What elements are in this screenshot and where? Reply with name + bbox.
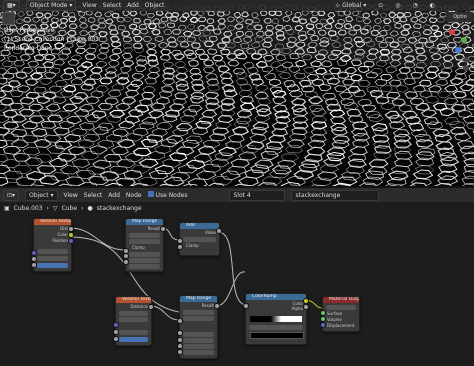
map-range-node-2[interactable]: Map Range Result	[179, 295, 218, 359]
viewport-overlay-text: User Perspective (1) Scene Collection | …	[4, 26, 99, 53]
vector-field[interactable]	[37, 249, 68, 254]
toolbar	[2, 12, 15, 26]
to-min-field[interactable]	[129, 264, 160, 269]
view-name: User Perspective	[4, 27, 55, 34]
node-socket[interactable]	[177, 330, 183, 336]
node-socket[interactable]	[177, 318, 183, 324]
node-title: Add	[180, 223, 219, 229]
menu-add[interactable]: Add	[127, 2, 139, 9]
data-type-dropdown[interactable]	[183, 310, 214, 315]
collection-info: (1) Scene Collection | Cube.003	[4, 36, 99, 43]
scale-field[interactable]	[119, 330, 148, 335]
transform-orientation[interactable]: ⊹ Global ▾	[332, 1, 369, 10]
from-min-field[interactable]	[129, 252, 160, 257]
socket-label: Volume	[327, 317, 342, 322]
socket-label: Result	[147, 226, 160, 231]
clamp-label: Clamp	[132, 245, 145, 250]
from-max-field[interactable]	[183, 338, 214, 343]
snap-icon[interactable]: ⊙	[375, 1, 386, 10]
node-socket[interactable]	[31, 262, 37, 268]
socket-label: Result	[201, 303, 214, 308]
node-title: Map Range	[180, 296, 217, 302]
node-socket[interactable]	[113, 329, 119, 335]
mode-label: Object Mode	[29, 2, 68, 9]
material-output-node[interactable]: Material Output Surface Volume Displacem…	[322, 296, 360, 332]
socket-label: Surface	[327, 311, 343, 316]
options-button[interactable]: Optio	[446, 12, 474, 22]
overlay-icon[interactable]: ◔	[410, 1, 421, 10]
menu-view[interactable]: View	[82, 2, 96, 9]
socket-label: Position	[52, 238, 68, 243]
interpolation-dropdown[interactable]	[129, 239, 160, 244]
menu-object[interactable]: Object	[145, 2, 165, 9]
node-socket[interactable]	[216, 228, 222, 234]
node-socket[interactable]	[68, 238, 74, 244]
viewport-header: ▦▾ Object Mode ▾ View Select Add Object …	[0, 0, 474, 11]
color-ramp-node[interactable]: ColorRamp Color Alpha	[245, 293, 307, 345]
ramp-color-swatch[interactable]	[250, 332, 304, 339]
dimensions-dropdown[interactable]	[119, 311, 148, 316]
editor-type-button[interactable]: ▦▾	[3, 0, 20, 11]
node-socket[interactable]	[160, 226, 166, 232]
node-links	[69, 227, 323, 321]
socket-label: Dist	[60, 226, 68, 231]
socket-label: Distance	[130, 304, 149, 309]
target-dropdown[interactable]	[326, 305, 356, 310]
color-ramp-gradient[interactable]	[250, 316, 302, 322]
select-tool-icon[interactable]	[2, 12, 15, 25]
socket-label: Alpha	[291, 306, 303, 311]
node-socket[interactable]	[113, 336, 119, 342]
node-socket[interactable]	[177, 349, 183, 355]
math-add-node[interactable]: Add Value Clamp	[179, 222, 220, 256]
clamp-label: Clamp	[186, 243, 199, 248]
data-type-dropdown[interactable]	[129, 233, 160, 238]
node-socket[interactable]	[214, 303, 220, 309]
socket-label: Color	[57, 232, 68, 237]
node-title: ColorRamp	[246, 294, 306, 300]
from-max-field[interactable]	[129, 258, 160, 263]
render-status: Rendering Done	[4, 45, 53, 52]
operation-dropdown[interactable]	[183, 237, 216, 242]
node-title: Material Output	[323, 297, 359, 303]
node-title: Voronoi Texture	[34, 219, 71, 225]
node-title: Voronoi Texture	[116, 297, 151, 303]
feature-dropdown[interactable]	[119, 317, 148, 322]
scale-field[interactable]	[37, 256, 68, 261]
transform-label: Global	[342, 2, 362, 9]
node-socket[interactable]	[123, 259, 129, 265]
interpolation-dropdown[interactable]	[183, 316, 214, 321]
node-title: Map Range	[126, 219, 163, 225]
voronoi-texture-node-2[interactable]: Voronoi Texture Distance	[115, 296, 152, 346]
from-min-field[interactable]	[183, 332, 214, 337]
randomness-field[interactable]	[119, 337, 148, 342]
socket-label: Displacement	[327, 323, 355, 328]
proportional-icon[interactable]: ◎	[392, 1, 403, 10]
node-socket[interactable]	[320, 322, 326, 328]
map-range-node-1[interactable]: Map Range Result Clamp	[125, 218, 164, 272]
to-min-field[interactable]	[183, 344, 214, 349]
shading-icon[interactable]: ◐	[427, 1, 438, 10]
socket-label: Value	[205, 230, 216, 235]
menu-select[interactable]: Select	[103, 2, 122, 9]
node-socket[interactable]	[243, 303, 249, 309]
voronoi-texture-node-1[interactable]: Voronoi Texture Dist Color Position	[33, 218, 72, 272]
node-socket[interactable]	[303, 304, 309, 310]
ramp-position-field[interactable]	[249, 325, 303, 330]
mode-dropdown[interactable]: Object Mode ▾	[25, 0, 77, 11]
node-socket[interactable]	[177, 244, 183, 250]
node-socket[interactable]	[148, 304, 154, 310]
node-socket[interactable]	[113, 322, 119, 328]
to-max-field[interactable]	[183, 350, 214, 355]
randomness-field[interactable]	[37, 263, 68, 268]
